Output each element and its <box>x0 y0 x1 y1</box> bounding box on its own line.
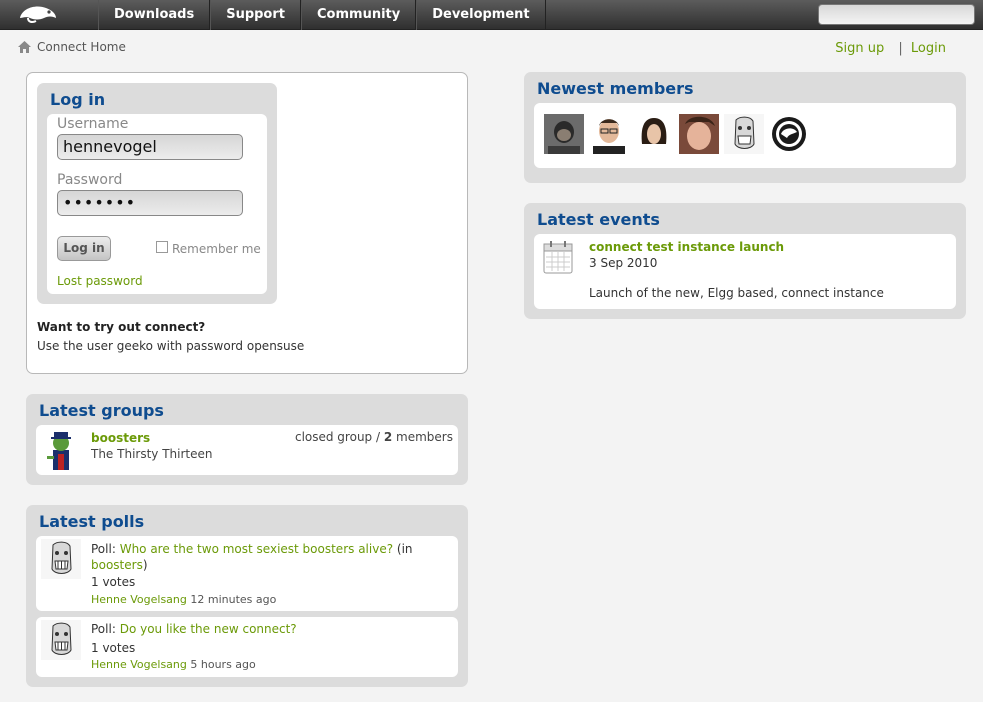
poll-in-prefix: (in <box>396 542 413 556</box>
auth-links: Sign up | Login <box>835 41 946 56</box>
group-item: boosters The Thirsty Thirteen closed gro… <box>36 425 458 475</box>
password-label: Password <box>57 172 123 188</box>
try-connect-heading: Want to try out connect? <box>37 320 206 334</box>
event-item: connect test instance launch 3 Sep 2010 … <box>534 234 956 309</box>
top-navigation-bar: Downloads Support Community Development <box>0 0 983 30</box>
event-name-link[interactable]: connect test instance launch <box>589 240 784 254</box>
nav-development[interactable]: Development <box>416 0 546 30</box>
login-title: Log in <box>50 90 106 109</box>
poll-prefix: Poll: <box>91 622 116 636</box>
search-input[interactable] <box>818 4 975 25</box>
latest-groups-box: Latest groups boosters The Thirsty Thirt… <box>26 394 468 485</box>
poll-question-line: Poll: Who are the two most sexiest boost… <box>91 541 451 573</box>
group-name-link[interactable]: boosters <box>91 431 150 445</box>
member-avatar-icon[interactable] <box>769 114 809 154</box>
main-nav: Downloads Support Community Development <box>98 0 546 30</box>
poll-time: 12 minutes ago <box>190 593 277 606</box>
remember-me-checkbox[interactable] <box>156 241 168 253</box>
poll-item: Poll: Do you like the new connect? 1 vot… <box>36 617 458 677</box>
group-type: closed group / <box>294 430 381 444</box>
try-connect-text: Use the user geeko with password opensus… <box>37 339 305 353</box>
login-panel: Log in Username hennevogel Password ••••… <box>26 72 468 374</box>
member-avatar-icon[interactable] <box>589 114 629 154</box>
calendar-icon <box>543 241 573 274</box>
poll-group-link[interactable]: boosters <box>91 558 143 572</box>
latest-events-title: Latest events <box>537 210 660 229</box>
login-link[interactable]: Login <box>911 41 946 56</box>
group-description: The Thirsty Thirteen <box>91 447 213 461</box>
poll-votes: 1 votes <box>91 575 136 589</box>
member-avatar-icon[interactable] <box>679 114 719 154</box>
poll-prefix: Poll: <box>91 542 116 556</box>
newest-members-title: Newest members <box>537 79 694 98</box>
nav-downloads[interactable]: Downloads <box>98 0 211 30</box>
username-field[interactable]: hennevogel <box>57 134 243 160</box>
poll-votes: 1 votes <box>91 641 136 655</box>
poll-byline: Henne Vogelsang 12 minutes ago <box>91 593 276 606</box>
latest-polls-title: Latest polls <box>39 512 145 531</box>
poll-item: Poll: Who are the two most sexiest boost… <box>36 536 458 611</box>
lost-password-link[interactable]: Lost password <box>57 274 143 288</box>
password-field[interactable]: ••••••• <box>57 190 243 216</box>
event-date: 3 Sep 2010 <box>589 256 658 270</box>
poll-byline: Henne Vogelsang 5 hours ago <box>91 658 256 671</box>
poll-in-suffix: ) <box>142 558 148 572</box>
poll-time: 5 hours ago <box>190 658 256 671</box>
poll-question-line: Poll: Do you like the new connect? <box>91 622 297 636</box>
auth-separator: | <box>898 41 903 56</box>
poll-question-link[interactable]: Who are the two most sexiest boosters al… <box>120 542 393 556</box>
remember-me-label: Remember me <box>172 242 261 256</box>
latest-groups-title: Latest groups <box>39 401 164 420</box>
member-avatar-icon[interactable] <box>634 114 674 154</box>
poll-author-avatar-icon[interactable] <box>41 539 81 579</box>
opensuse-logo-icon[interactable] <box>16 2 62 26</box>
newest-members-box: Newest members <box>524 72 966 183</box>
member-avatar-icon[interactable] <box>724 114 764 154</box>
latest-polls-box: Latest polls Poll: Who are the two most … <box>26 505 468 687</box>
poll-author-link[interactable]: Henne Vogelsang <box>91 593 187 606</box>
nav-support[interactable]: Support <box>210 0 301 30</box>
group-avatar-icon[interactable] <box>41 430 81 470</box>
username-label: Username <box>57 116 129 132</box>
breadcrumb: Connect Home <box>18 40 126 54</box>
login-box: Log in Username hennevogel Password ••••… <box>37 83 277 304</box>
group-meta: closed group / 2 members <box>295 430 453 444</box>
breadcrumb-home-link[interactable]: Connect Home <box>37 40 126 54</box>
nav-community[interactable]: Community <box>301 0 417 30</box>
poll-author-avatar-icon[interactable] <box>41 620 81 660</box>
poll-question-link[interactable]: Do you like the new connect? <box>120 622 297 636</box>
latest-events-box: Latest events connect test instance laun… <box>524 203 966 319</box>
poll-author-link[interactable]: Henne Vogelsang <box>91 658 187 671</box>
login-form: Username hennevogel Password ••••••• Log… <box>47 114 267 294</box>
signup-link[interactable]: Sign up <box>835 41 884 56</box>
members-list <box>534 103 956 168</box>
group-member-count: 2 <box>383 430 393 444</box>
member-avatar-icon[interactable] <box>544 114 584 154</box>
login-button[interactable]: Log in <box>57 236 111 261</box>
group-member-suffix: members <box>396 430 453 444</box>
event-description: Launch of the new, Elgg based, connect i… <box>589 286 884 300</box>
home-icon[interactable] <box>18 41 31 53</box>
